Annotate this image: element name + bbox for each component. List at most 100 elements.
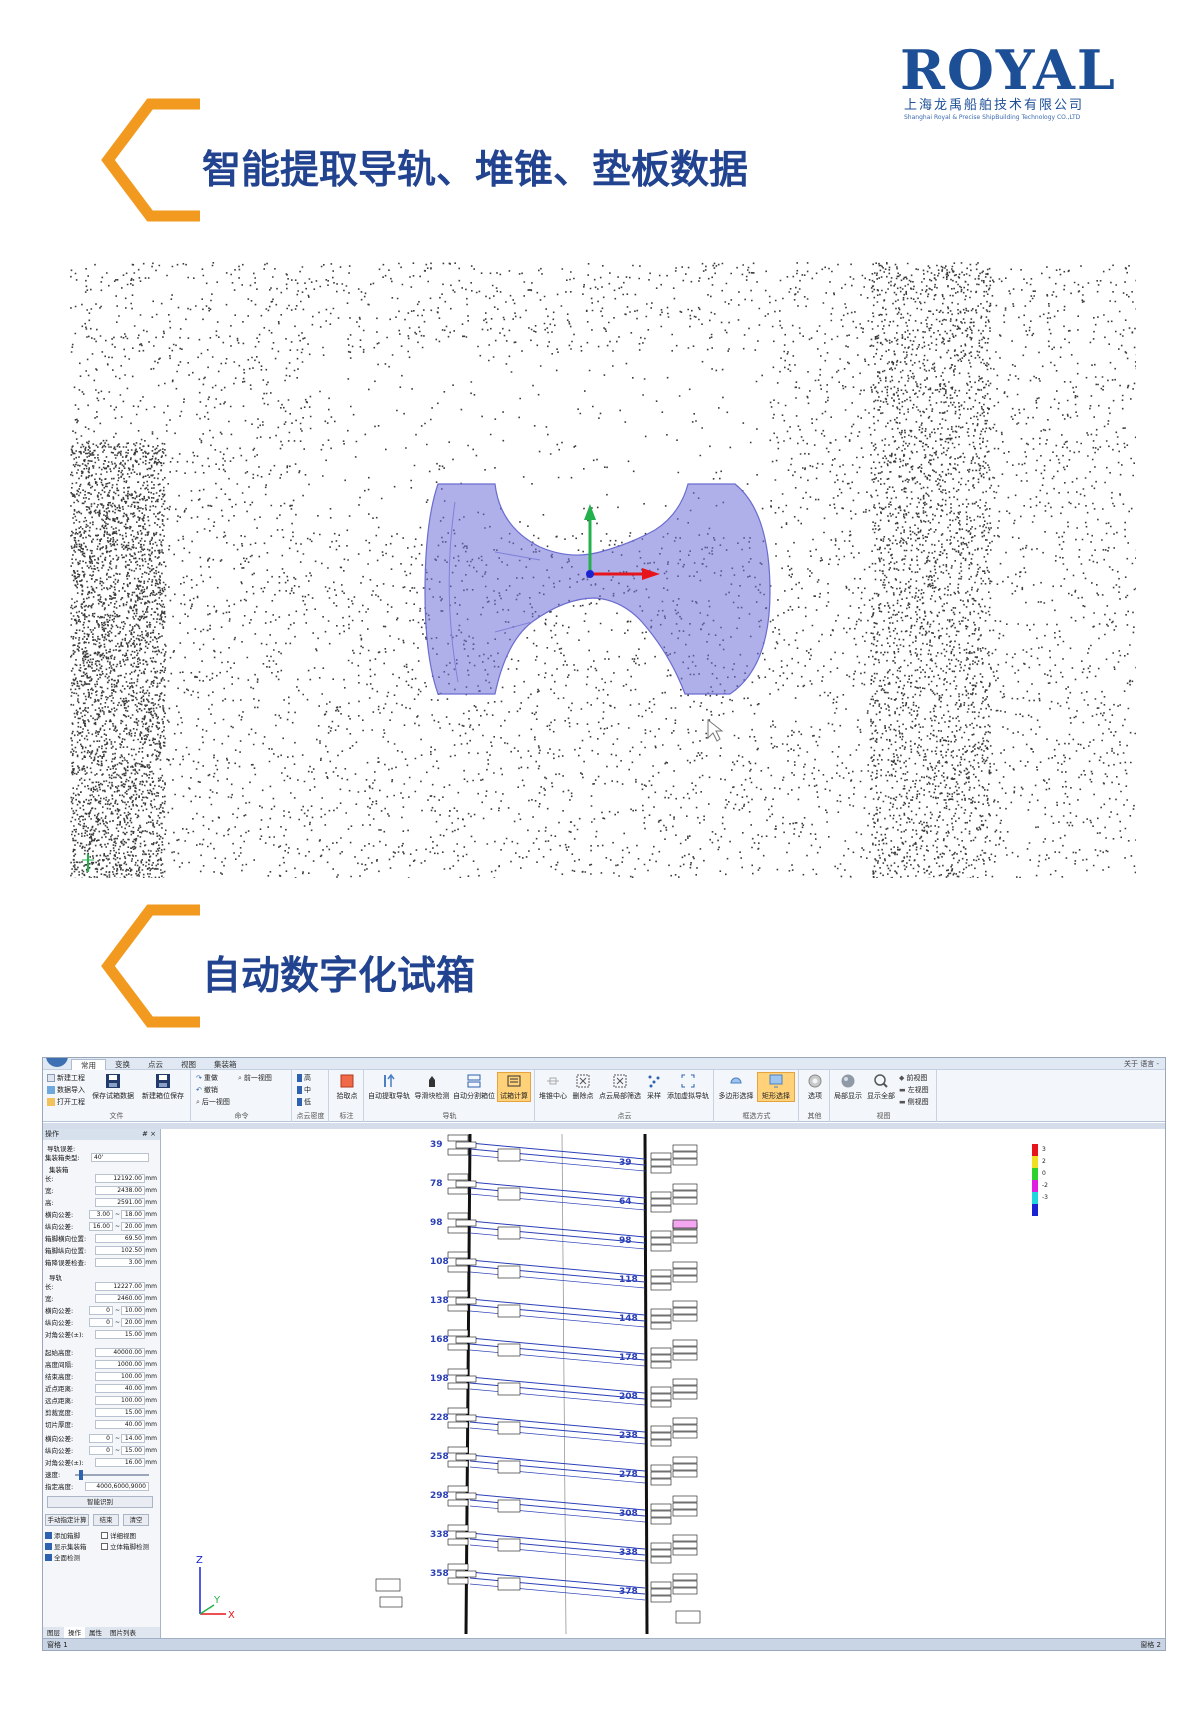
local-filter-button[interactable]: 点云局部筛选 <box>598 1073 642 1101</box>
value-input[interactable]: 16.00 <box>95 1458 145 1467</box>
value-input[interactable]: 40000.00 <box>95 1348 145 1357</box>
smart-recognize-button[interactable]: 智能识别 <box>47 1496 153 1508</box>
value-input[interactable]: 3.00 <box>95 1258 145 1267</box>
sample-button[interactable]: 采样 <box>644 1073 664 1101</box>
tab-container[interactable]: 集装箱 <box>205 1059 246 1070</box>
checkbox-icon[interactable] <box>45 1553 52 1561</box>
save-trial-data-button[interactable]: 保存试箱数据 <box>91 1073 135 1101</box>
slider-thumb[interactable] <box>79 1470 83 1480</box>
value-input[interactable]: 15.00 <box>95 1330 145 1339</box>
value-input[interactable]: 2438.00 <box>95 1186 145 1195</box>
options-button[interactable]: 选项 <box>802 1073 828 1101</box>
front-view-button[interactable]: ◆ 前视图 <box>899 1073 927 1083</box>
prev-view-button[interactable]: ⌕ 前一视图 <box>238 1073 272 1083</box>
stack-center-button[interactable]: 堆锥中心 <box>538 1073 568 1101</box>
redo-button[interactable]: ↷ 重做 <box>196 1073 218 1083</box>
value-input[interactable]: 2460.00 <box>95 1294 145 1303</box>
min-input[interactable]: 16.00 <box>89 1222 113 1231</box>
right-position-label: 118 <box>619 1275 638 1285</box>
option-checkbox[interactable]: 详细视图 <box>101 1530 136 1540</box>
tab-view[interactable]: 视图 <box>172 1059 205 1070</box>
height-input[interactable]: 4000,6000,9000 <box>85 1482 149 1491</box>
max-input[interactable]: 15.00 <box>121 1446 145 1455</box>
manual-calc-button[interactable]: 手动指定计算 <box>45 1514 89 1526</box>
min-input[interactable]: 0 <box>89 1434 113 1443</box>
option-checkbox[interactable]: 立体箱脚检测 <box>101 1541 149 1551</box>
box-position-group: 358 378 <box>430 1563 698 1603</box>
checkbox-icon[interactable] <box>101 1531 108 1539</box>
value-input[interactable]: 69.50 <box>95 1234 145 1243</box>
measure-box <box>672 1417 698 1425</box>
min-input[interactable]: 0 <box>89 1446 113 1455</box>
option-checkbox[interactable]: 添加箱脚 <box>45 1530 80 1540</box>
min-input[interactable]: 0 <box>89 1306 113 1315</box>
trial-calc-button[interactable]: 试箱计算 <box>497 1072 531 1102</box>
value-input[interactable]: 102.50 <box>95 1246 145 1255</box>
pick-point-button[interactable]: 拾取点 <box>332 1073 362 1101</box>
checkbox-icon[interactable] <box>45 1542 52 1550</box>
container-type-select[interactable]: 40' <box>91 1153 149 1162</box>
panel-pin-close[interactable]: # × <box>142 1129 156 1140</box>
legend-value: -2 <box>1042 1182 1048 1189</box>
measure-box <box>650 1315 672 1323</box>
undo-button[interactable]: ↶ 撤销 <box>196 1085 218 1095</box>
value-input[interactable]: 100.00 <box>95 1396 145 1405</box>
axis-z-label: Z <box>196 1555 203 1566</box>
ribbon-group-label: 导轨 <box>442 1112 457 1120</box>
rect-select-button[interactable]: 矩形选择 <box>757 1072 795 1102</box>
min-input[interactable]: 0 <box>89 1318 113 1327</box>
ribbon-group-file: 新建工程 数据导入 打开工程 保存试箱数据 新建箱位保存 文件 <box>43 1070 191 1122</box>
tab-pointcloud[interactable]: 点云 <box>139 1059 172 1070</box>
3d-viewport[interactable]: 3939786498981081181381481681781982082282… <box>162 1129 1165 1639</box>
end-button[interactable]: 结束 <box>93 1514 119 1526</box>
left-position-label: 98 <box>430 1218 443 1228</box>
new-box-save-button[interactable]: 新建箱位保存 <box>139 1073 187 1101</box>
checkbox-icon[interactable] <box>101 1542 108 1550</box>
value-input[interactable]: 100.00 <box>95 1372 145 1381</box>
density-mid-button[interactable]: 中 <box>297 1085 311 1095</box>
show-all-button[interactable]: 显示全部 <box>865 1073 897 1101</box>
density-high-button[interactable]: 高 <box>297 1073 311 1083</box>
field-label: 高度间隔: <box>45 1361 74 1369</box>
container-tolerance-row: 纵向公差: 16.00 ~20.00 mm <box>45 1222 157 1232</box>
polygon-select-button[interactable]: 多边形选择 <box>717 1073 755 1101</box>
left-position-label: 228 <box>430 1413 449 1423</box>
section-title-1: 智能提取导轨、堆锥、垫板数据 <box>202 148 749 193</box>
delete-points-button[interactable]: 删除点 <box>570 1073 596 1101</box>
guide-detect-button[interactable]: 导滑块检测 <box>413 1073 451 1101</box>
option-checkbox[interactable]: 全面检测 <box>45 1552 80 1562</box>
open-project-button[interactable]: 打开工程 <box>47 1097 85 1107</box>
value-input[interactable]: 12192.00 <box>95 1174 145 1183</box>
next-view-button[interactable]: ⌕ 后一视图 <box>196 1097 230 1107</box>
value-input[interactable]: 2591.00 <box>95 1198 145 1207</box>
density-low-button[interactable]: 低 <box>297 1097 311 1107</box>
local-show-button[interactable]: 局部显示 <box>833 1073 863 1101</box>
about-language-menu[interactable]: 关于 语言 - <box>1124 1059 1159 1069</box>
value-input[interactable]: 15.00 <box>95 1408 145 1417</box>
value-input[interactable]: 12227.00 <box>95 1282 145 1291</box>
max-input[interactable]: 10.00 <box>121 1306 145 1315</box>
option-checkbox[interactable]: 显示集装箱 <box>45 1541 87 1551</box>
app-menu-icon[interactable] <box>46 1058 68 1067</box>
import-data-button[interactable]: 数据导入 <box>47 1085 85 1095</box>
panel-title: 操作 <box>45 1130 59 1138</box>
clear-button[interactable]: 清空 <box>123 1514 149 1526</box>
value-input[interactable]: 1000.00 <box>95 1360 145 1369</box>
side-view-button[interactable]: ▬ 侧视图 <box>899 1097 929 1107</box>
max-input[interactable]: 20.00 <box>121 1222 145 1231</box>
add-virtual-rail-button[interactable]: 添加虚拟导轨 <box>666 1073 710 1101</box>
value-input[interactable]: 40.00 <box>95 1420 145 1429</box>
min-input[interactable]: 3.00 <box>89 1210 113 1219</box>
value-input[interactable]: 40.00 <box>95 1384 145 1393</box>
tab-transform[interactable]: 变换 <box>106 1059 139 1070</box>
auto-extract-rail-button[interactable]: 自动提取导轨 <box>367 1073 411 1101</box>
speed-slider[interactable] <box>75 1474 149 1476</box>
left-view-button[interactable]: ▬ 左视图 <box>899 1085 929 1095</box>
max-input[interactable]: 18.00 <box>121 1210 145 1219</box>
max-input[interactable]: 14.00 <box>121 1434 145 1443</box>
tab-common[interactable]: 常用 <box>71 1059 106 1070</box>
checkbox-icon[interactable] <box>45 1531 52 1539</box>
new-project-button[interactable]: 新建工程 <box>47 1073 85 1083</box>
auto-split-button[interactable]: 自动分割箱位 <box>453 1073 495 1101</box>
max-input[interactable]: 20.00 <box>121 1318 145 1327</box>
